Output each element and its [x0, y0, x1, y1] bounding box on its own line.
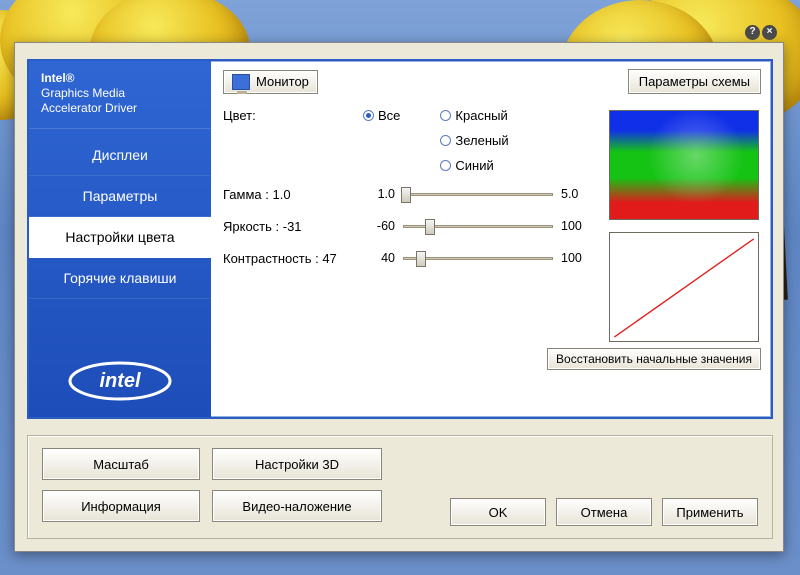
brand-line3: Accelerator Driver	[41, 101, 137, 115]
color-radio-green[interactable]: Зеленый	[440, 133, 508, 148]
slider-thumb[interactable]	[401, 187, 411, 203]
information-button[interactable]: Информация	[42, 490, 200, 522]
color-radio-red[interactable]: Красный	[440, 108, 508, 123]
intel-logo: intel	[29, 358, 211, 409]
brand-line1: Intel®	[41, 71, 75, 85]
monitor-tab-label: Монитор	[256, 74, 309, 89]
contrast-min: 40	[363, 251, 395, 265]
sidebar-item-hotkeys[interactable]: Горячие клавиши	[29, 258, 211, 299]
radio-icon	[440, 160, 451, 171]
restore-defaults-button[interactable]: Восстановить начальные значения	[547, 348, 761, 370]
gamma-min: 1.0	[363, 187, 395, 201]
brightness-slider[interactable]	[403, 216, 553, 236]
svg-text:intel: intel	[99, 370, 141, 392]
slider-thumb[interactable]	[425, 219, 435, 235]
gamma-label: Гамма : 1.0	[223, 187, 363, 202]
color-option-green: Зеленый	[455, 133, 508, 148]
lower-panel: Масштаб Настройки 3D Информация Видео-на…	[27, 435, 773, 539]
color-gradient-preview	[609, 110, 759, 220]
color-radio-all[interactable]: Все	[363, 108, 400, 123]
contrast-slider[interactable]	[403, 248, 553, 268]
radio-icon	[363, 110, 374, 121]
sidebar-item-color-settings[interactable]: Настройки цвета	[29, 217, 211, 258]
color-radio-blue[interactable]: Синий	[440, 158, 508, 173]
app-window: ? × Intel® Graphics Media Accelerator Dr…	[14, 42, 784, 552]
radio-icon	[440, 135, 451, 146]
brightness-min: -60	[363, 219, 395, 233]
sidebar-nav: Дисплеи Параметры Настройки цвета Горячи…	[29, 135, 211, 299]
video-overlay-button[interactable]: Видео-наложение	[212, 490, 382, 522]
gamma-curve-preview	[609, 232, 759, 342]
close-icon[interactable]: ×	[762, 25, 777, 40]
radio-icon	[440, 110, 451, 121]
scale-button[interactable]: Масштаб	[42, 448, 200, 480]
color-label: Цвет:	[223, 108, 363, 123]
brand-line2: Graphics Media	[41, 86, 125, 100]
sidebar-item-parameters[interactable]: Параметры	[29, 176, 211, 217]
gamma-max: 5.0	[561, 187, 593, 201]
color-option-red: Красный	[455, 108, 507, 123]
controls-column: Цвет: Все	[223, 108, 599, 342]
sidebar-item-displays[interactable]: Дисплеи	[29, 135, 211, 176]
slider-thumb[interactable]	[416, 251, 426, 267]
scheme-parameters-button[interactable]: Параметры схемы	[628, 69, 761, 94]
monitor-tab[interactable]: Монитор	[223, 70, 318, 94]
gamma-slider[interactable]	[403, 184, 553, 204]
brand-block: Intel® Graphics Media Accelerator Driver	[29, 61, 211, 129]
cancel-button[interactable]: Отмена	[556, 498, 652, 526]
help-icon[interactable]: ?	[745, 25, 760, 40]
contrast-label: Контрастность : 47	[223, 251, 363, 266]
contrast-max: 100	[561, 251, 593, 265]
brightness-max: 100	[561, 219, 593, 233]
main-area: Монитор Параметры схемы Цвет: Все	[211, 61, 771, 417]
color-option-blue: Синий	[455, 158, 493, 173]
color-option-all: Все	[378, 108, 400, 123]
sidebar: Intel® Graphics Media Accelerator Driver…	[29, 61, 211, 417]
upper-panel: Intel® Graphics Media Accelerator Driver…	[27, 59, 773, 419]
settings-3d-button[interactable]: Настройки 3D	[212, 448, 382, 480]
ok-button[interactable]: OK	[450, 498, 546, 526]
apply-button[interactable]: Применить	[662, 498, 758, 526]
preview-column	[609, 108, 761, 342]
monitor-icon	[232, 74, 250, 90]
brightness-label: Яркость : -31	[223, 219, 363, 234]
